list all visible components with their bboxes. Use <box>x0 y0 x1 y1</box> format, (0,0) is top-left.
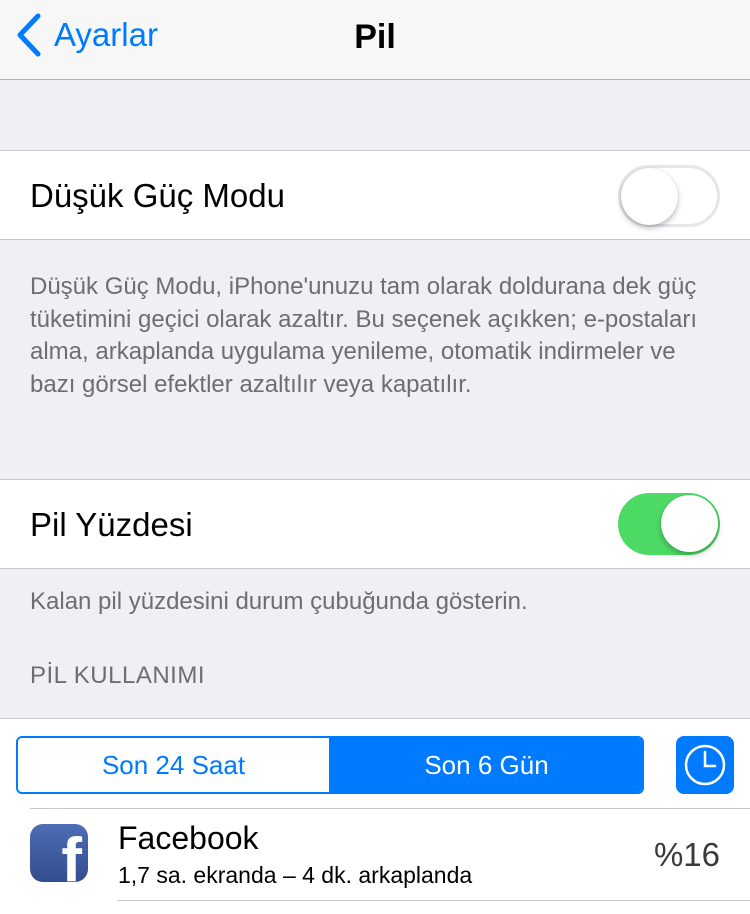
battery-percentage-description: Kalan pil yüzdesini durum çubuğunda göst… <box>30 588 528 615</box>
battery-percentage-row: Pil Yüzdesi <box>0 479 750 569</box>
low-power-mode-toggle[interactable] <box>618 165 720 227</box>
battery-percentage-label: Pil Yüzdesi <box>30 506 193 543</box>
segment-last-24-hours[interactable]: Son 24 Saat <box>18 738 331 792</box>
facebook-icon: f <box>30 824 88 882</box>
clock-icon <box>684 744 726 786</box>
navigation-bar: Ayarlar Pil <box>0 0 750 80</box>
toggle-knob <box>661 495 718 552</box>
page-title: Pil <box>354 18 396 56</box>
low-power-mode-label: Düşük Güç Modu <box>30 177 285 214</box>
app-usage-detail: 1,7 sa. ekranda – 4 dk. arkaplanda <box>118 862 473 888</box>
toggle-knob <box>621 168 678 225</box>
usage-time-toggle-button[interactable] <box>676 736 734 794</box>
time-range-segmented-control: Son 24 Saat Son 6 Gün <box>16 736 644 794</box>
battery-usage-header: PİL KULLANIMI <box>30 662 206 689</box>
app-name: Facebook <box>118 820 259 856</box>
divider <box>30 808 750 809</box>
battery-percentage-toggle[interactable] <box>618 493 720 555</box>
segment-last-6-days[interactable]: Son 6 Gün <box>331 738 642 792</box>
divider <box>118 900 750 901</box>
low-power-mode-description: Düşük Güç Modu, iPhone'unuzu tam olarak … <box>30 273 697 398</box>
app-battery-percent: %16 <box>653 836 720 873</box>
low-power-mode-row: Düşük Güç Modu <box>0 150 750 240</box>
